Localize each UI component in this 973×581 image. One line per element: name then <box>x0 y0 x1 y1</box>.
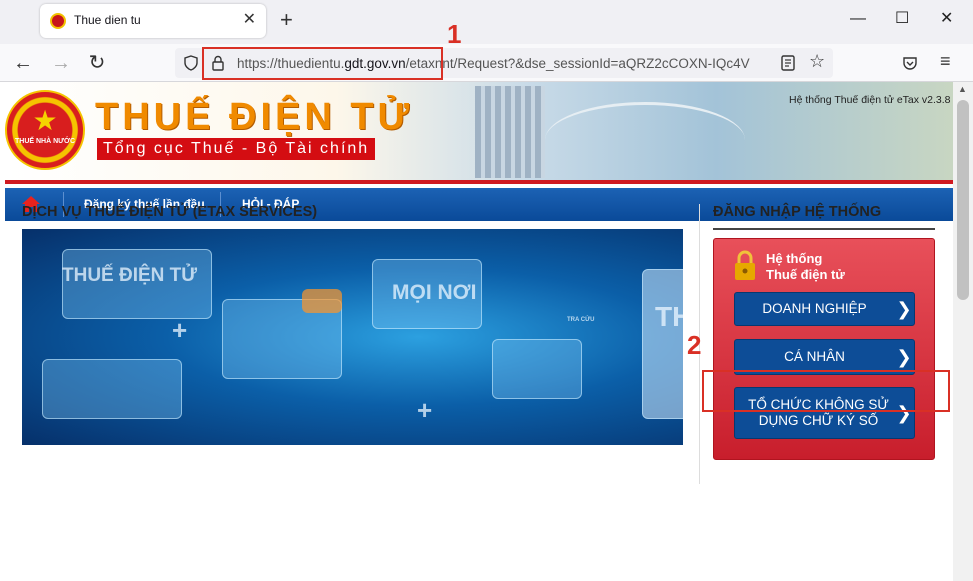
forward-arrow-icon[interactable]: → <box>48 50 74 76</box>
banner-title: THUẾ ĐIỆN TỬ <box>95 96 414 138</box>
shield-icon[interactable] <box>183 55 199 71</box>
hero-panel <box>492 339 582 399</box>
login-panel: Hệ thống Thuế điện tử DOANH NGHIỆP ❯ CÁ … <box>713 238 935 460</box>
emblem-star-icon: ★ <box>32 105 58 136</box>
hamburger-menu-icon[interactable]: ≡ <box>940 51 951 72</box>
hero-panel <box>642 269 683 419</box>
site-favicon-icon <box>50 13 66 29</box>
banner-divider <box>5 180 953 184</box>
back-arrow-icon[interactable]: ← <box>10 50 36 76</box>
chevron-right-icon: ❯ <box>896 346 912 367</box>
scrollbar-thumb[interactable] <box>957 100 969 300</box>
close-tab-icon[interactable]: ✕ <box>243 11 256 29</box>
login-heading: Hệ thống Thuế điện tử <box>766 251 845 283</box>
annotation-2: 2 <box>687 330 702 360</box>
hero-text-everywhere: MỌI NƠI <box>392 281 477 304</box>
maximize-icon[interactable]: ☐ <box>895 10 909 28</box>
tab-title: Thue dien tu <box>74 13 141 27</box>
hero-text-etax: THUẾ ĐIỆN TỬ <box>62 265 198 286</box>
padlock-icon <box>735 250 755 280</box>
new-tab-button[interactable]: + <box>280 8 293 32</box>
url-highlight-box <box>202 47 443 80</box>
buildings-illustration <box>475 86 545 178</box>
annotation-1: 1 <box>447 19 462 49</box>
window-close-icon[interactable]: ✕ <box>940 10 953 28</box>
business-login-button[interactable]: DOANH NGHIỆP ❯ <box>734 292 915 326</box>
etax-services-banner[interactable]: THUẾ ĐIỆN TỬ MỌI NƠI TH TRA CỨU + + <box>22 229 683 445</box>
business-button-highlight-box <box>702 370 950 412</box>
hero-text-partial: TH <box>655 301 683 332</box>
chevron-right-icon: ❯ <box>896 298 912 319</box>
minimize-icon[interactable]: — <box>850 10 866 28</box>
emblem-text: THUẾ NHÀ NƯỚC <box>15 138 75 145</box>
banner-subtitle: Tổng cục Thuế - Bộ Tài chính <box>97 138 376 160</box>
button-label: DOANH NGHIỆP <box>762 301 867 316</box>
login-title-underline <box>713 228 935 230</box>
hero-text-lookup: TRA CỨU <box>567 317 595 323</box>
reader-view-icon[interactable] <box>781 55 795 71</box>
bridge-illustration <box>545 102 745 178</box>
button-label: CÁ NHÂN <box>784 349 845 364</box>
login-title: ĐĂNG NHẬP HỆ THỐNG <box>713 204 882 220</box>
scroll-up-icon[interactable]: ▲ <box>958 84 967 94</box>
plus-icon: + <box>417 395 433 425</box>
hero-panel <box>42 359 182 419</box>
page-scrollbar[interactable]: ▲ <box>953 82 973 581</box>
services-title: DỊCH VỤ THUẾ ĐIỆN TỬ (ETAX SERVICES) <box>22 204 318 220</box>
system-version: Hệ thống Thuế điện tử eTax v2.3.8 <box>789 94 951 106</box>
bookmark-star-icon[interactable]: ☆ <box>809 51 825 72</box>
login-heading-line1: Hệ thống <box>766 251 823 266</box>
reload-icon[interactable]: ↻ <box>84 50 110 76</box>
tax-emblem-logo: ★ THUẾ NHÀ NƯỚC <box>5 90 85 170</box>
url-path: /etaxnnt/Request?&dse_sessionId=aQRZ2cCO… <box>405 56 750 71</box>
login-heading-line2: Thuế điện tử <box>766 267 845 282</box>
site-banner: ★ THUẾ NHÀ NƯỚC THUẾ ĐIỆN TỬ Tổng cục Th… <box>5 82 953 182</box>
browser-tab[interactable]: Thue dien tu ✕ <box>40 4 266 38</box>
tab-strip: Thue dien tu ✕ + — ☐ ✕ <box>0 0 973 44</box>
hero-glow <box>302 289 342 313</box>
pocket-icon[interactable] <box>902 55 918 71</box>
navigation-bar: ← → ↻ https://thuedientu.gdt.gov.vn/etax… <box>0 44 973 82</box>
plus-icon: + <box>172 315 188 345</box>
